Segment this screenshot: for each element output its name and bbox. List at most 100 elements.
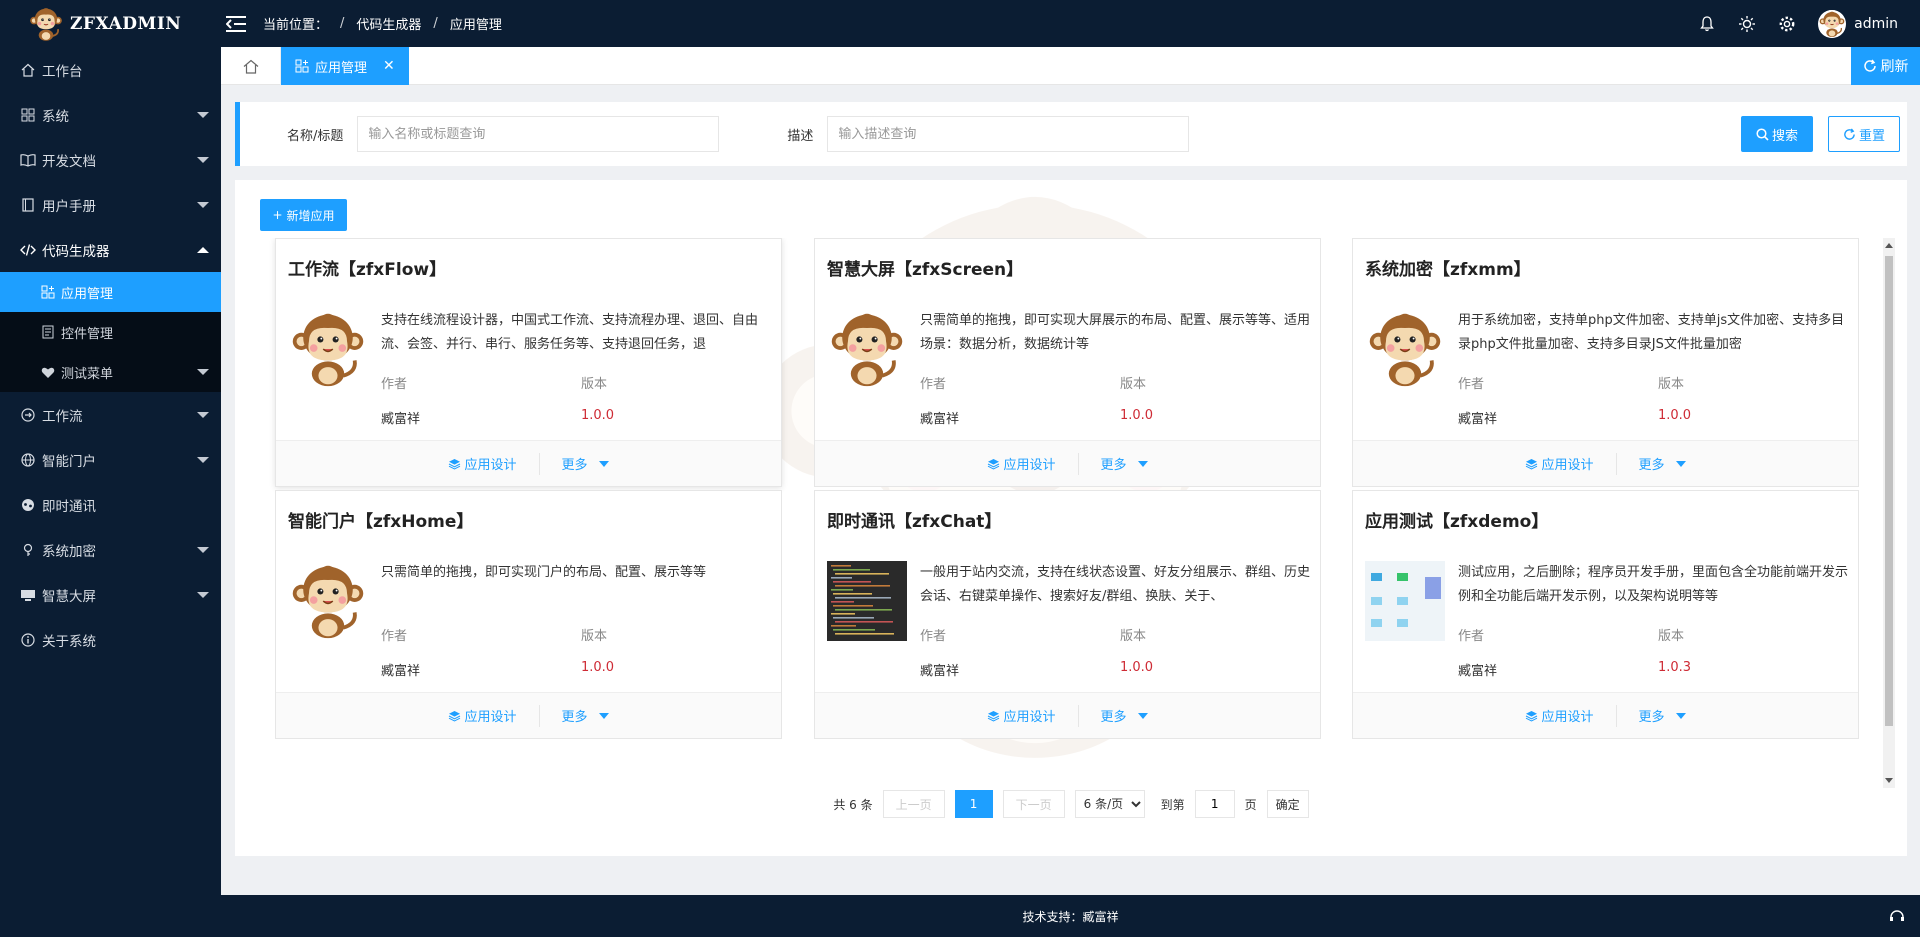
sidebar-item-dev-docs[interactable]: 开发文档 — [0, 137, 221, 182]
theme-sun-icon[interactable] — [1738, 15, 1756, 33]
app-card-description: 一般用于站内交流，支持在线状态设置、好友分组展示、群组、历史会话、右键菜单操作、… — [920, 565, 1310, 604]
version-label: 版本 — [1120, 629, 1147, 644]
more-label: 更多 — [1100, 710, 1127, 725]
app-design-button[interactable]: 应用设计 — [1513, 454, 1605, 473]
support-icon[interactable] — [1888, 907, 1906, 925]
top-header: ZFXADMIN 当前位置： / 代码生成器 / 应用管理 admin — [0, 0, 1920, 47]
desc-search-input[interactable] — [827, 116, 1190, 152]
user-menu[interactable]: admin — [1818, 9, 1898, 38]
author-label: 作者 — [381, 377, 408, 392]
sidebar-item-label: 开发文档 — [42, 153, 96, 170]
more-dropdown-button[interactable]: 更多 — [1089, 706, 1160, 725]
sidebar-item-app-management[interactable]: 应用管理 — [0, 272, 221, 312]
app-card-image — [1365, 561, 1445, 641]
app-design-button[interactable]: 应用设计 — [975, 706, 1067, 725]
more-label: 更多 — [561, 710, 588, 725]
app-card[interactable]: 智慧大屏【zfxScreen】只需简单的拖拽，即可实现大屏展示的布局、配置、展示… — [814, 238, 1321, 487]
gear-icon[interactable] — [1778, 15, 1796, 33]
scroll-down-icon[interactable] — [1885, 778, 1893, 783]
next-page-button[interactable]: 下一页 — [1002, 790, 1065, 818]
app-card[interactable]: 即时通讯【zfxChat】一般用于站内交流，支持在线状态设置、好友分组展示、群组… — [814, 490, 1321, 739]
chevron-down-icon — [197, 112, 209, 118]
user-name: admin — [1854, 15, 1898, 32]
sidebar-toggle-button[interactable] — [221, 9, 251, 39]
more-dropdown-button[interactable]: 更多 — [550, 706, 621, 725]
sidebar-item-label: 用户手册 — [42, 198, 96, 215]
author-label: 作者 — [920, 377, 947, 392]
app-card-title[interactable]: 智慧大屏【zfxScreen】 — [827, 255, 1023, 280]
scrollbar[interactable] — [1883, 238, 1895, 788]
app-card-actions: 应用设计 更多 — [276, 692, 781, 738]
home-icon — [243, 59, 258, 74]
app-card-title[interactable]: 应用测试【zfxdemo】 — [1365, 507, 1548, 532]
app-logo[interactable]: ZFXADMIN — [0, 0, 221, 47]
confirm-button[interactable]: 确定 — [1266, 790, 1309, 818]
app-card-title[interactable]: 系统加密【zfxmm】 — [1365, 255, 1531, 280]
more-dropdown-button[interactable]: 更多 — [1089, 454, 1160, 473]
page-size-select[interactable]: 6 条/页 — [1074, 790, 1145, 818]
name-search-input[interactable] — [357, 116, 720, 152]
reset-button[interactable]: 重置 — [1828, 116, 1900, 152]
search-button[interactable]: 搜索 — [1741, 116, 1813, 152]
sidebar-item-workflow[interactable]: 工作流 — [0, 392, 221, 437]
more-dropdown-button[interactable]: 更多 — [1627, 706, 1698, 725]
bell-icon[interactable] — [1698, 15, 1716, 33]
sidebar-item-workbench[interactable]: 工作台 — [0, 47, 221, 92]
sidebar-item-user-manual[interactable]: 用户手册 — [0, 182, 221, 227]
tab-app-management[interactable]: 应用管理 ✕ — [281, 47, 409, 85]
app-card-description: 用于系统加密，支持单php文件加密、支持单js文件加密、支持多目录php文件批量… — [1458, 313, 1845, 352]
app-design-button[interactable]: 应用设计 — [436, 706, 528, 725]
goto-page-input[interactable] — [1194, 790, 1235, 818]
app-design-label: 应用设计 — [1003, 710, 1056, 725]
app-card-title[interactable]: 智能门户【zfxHome】 — [288, 507, 473, 532]
scroll-up-icon[interactable] — [1885, 243, 1893, 248]
app-design-button[interactable]: 应用设计 — [975, 454, 1067, 473]
app-card-image — [827, 561, 907, 641]
app-card-actions: 应用设计 更多 — [815, 440, 1320, 486]
more-label: 更多 — [1638, 710, 1665, 725]
sidebar-item-label: 关于系统 — [42, 633, 96, 650]
sidebar-item-test-menu[interactable]: 测试菜单 — [0, 352, 221, 392]
app-card[interactable]: 应用测试【zfxdemo】 测试应用，之后删除；程序员开发手册，里面包含全功能前端… — [1352, 490, 1859, 739]
author-label: 作者 — [381, 629, 408, 644]
add-app-button[interactable]: + 新增应用 — [260, 199, 347, 231]
app-design-button[interactable]: 应用设计 — [1513, 706, 1605, 725]
app-design-button[interactable]: 应用设计 — [436, 454, 528, 473]
apps-icon — [20, 107, 36, 123]
breadcrumb-item[interactable]: 代码生成器 — [356, 14, 421, 33]
app-card-description: 只需简单的拖拽，即可实现大屏展示的布局、配置、展示等等、适用场景：数据分析，数据… — [920, 313, 1310, 352]
sidebar-item-about[interactable]: 关于系统 — [0, 617, 221, 662]
current-page[interactable]: 1 — [954, 790, 993, 818]
sidebar-item-smart-screen[interactable]: 智慧大屏 — [0, 572, 221, 617]
app-card-title[interactable]: 工作流【zfxFlow】 — [288, 255, 446, 280]
sidebar-item-label: 系统 — [42, 108, 69, 125]
sidebar-item-instant-chat[interactable]: 即时通讯 — [0, 482, 221, 527]
app-card-title[interactable]: 即时通讯【zfxChat】 — [827, 507, 1001, 532]
refresh-button[interactable]: 刷新 — [1851, 47, 1920, 85]
more-dropdown-button[interactable]: 更多 — [550, 454, 621, 473]
name-label: 名称/标题 — [287, 128, 344, 144]
chevron-up-icon — [197, 247, 209, 253]
prev-page-button[interactable]: 上一页 — [882, 790, 945, 818]
author-label: 作者 — [1458, 377, 1485, 392]
app-design-label: 应用设计 — [1541, 458, 1594, 473]
app-card[interactable]: 系统加密【zfxmm】用于系统加密，支持单php文件加密、支持单js文件加密、支… — [1352, 238, 1859, 487]
app-card[interactable]: 智能门户【zfxHome】 只需简单的拖拽，即可实现门户的布局、配置、展示等等 作者… — [275, 490, 782, 739]
sidebar-item-system-encrypt[interactable]: 系统加密 — [0, 527, 221, 572]
sidebar-item-system[interactable]: 系统 — [0, 92, 221, 137]
screen-icon — [20, 587, 36, 603]
close-icon[interactable]: ✕ — [383, 58, 395, 74]
sidebar-item-code-generator[interactable]: 代码生成器 — [0, 227, 221, 272]
breadcrumb-item[interactable]: 应用管理 — [450, 14, 502, 33]
scroll-thumb[interactable] — [1885, 256, 1893, 726]
chevron-down-icon — [197, 412, 209, 418]
sidebar-item-smart-portal[interactable]: 智能门户 — [0, 437, 221, 482]
sidebar-item-widget-management[interactable]: 控件管理 — [0, 312, 221, 352]
more-dropdown-button[interactable]: 更多 — [1627, 454, 1698, 473]
app-card[interactable]: 工作流【zfxFlow】 支持在线流程设计器，中国式工作流、支持流程办理、退回、自… — [275, 238, 782, 487]
avatar — [1818, 9, 1847, 38]
tabs-bar: 应用管理 ✕ 刷新 — [221, 47, 1920, 85]
version-value: 1.0.0 — [581, 408, 615, 423]
more-label: 更多 — [1100, 458, 1127, 473]
tab-home[interactable] — [221, 47, 281, 85]
